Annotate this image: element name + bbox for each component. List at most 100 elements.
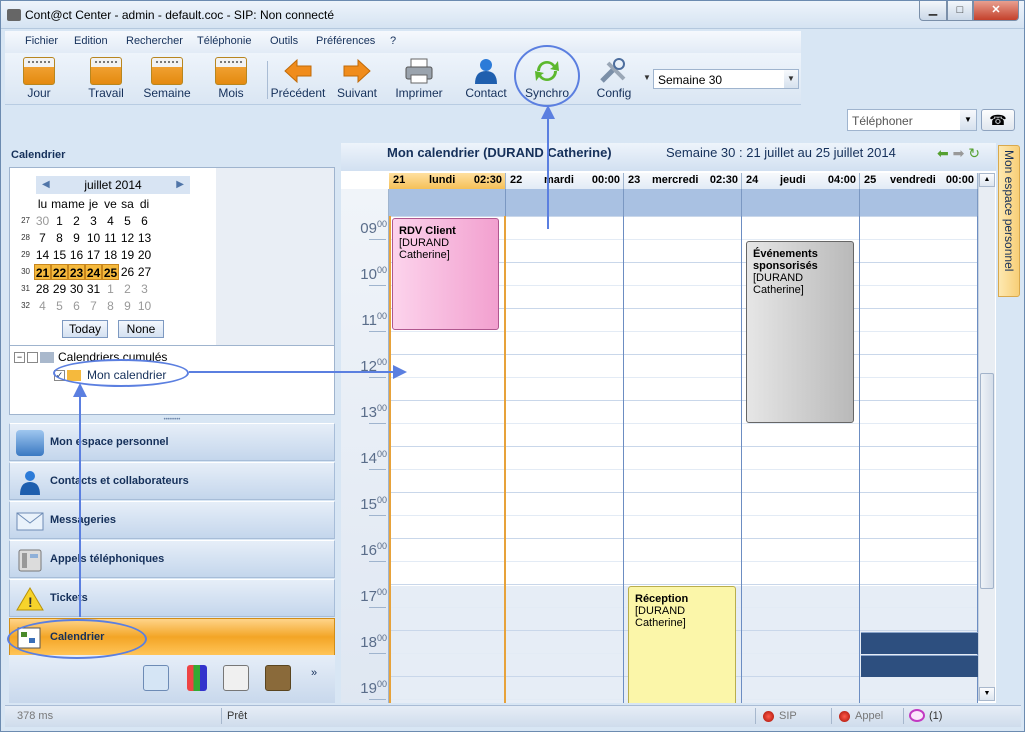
nav-contacts[interactable]: Contacts et collaborateurs — [9, 462, 335, 500]
busy-block[interactable] — [861, 655, 978, 677]
event-reception[interactable]: Réception [DURAND Catherine] — [628, 586, 736, 703]
day-cell[interactable]: 21 — [34, 264, 51, 280]
day-cell[interactable]: 4 — [102, 213, 119, 229]
prev-month-icon[interactable]: ◀ — [42, 176, 50, 194]
day-header-jeudi[interactable]: 24 jeudi 04:00 — [742, 173, 860, 189]
nav-mon-espace-personnel[interactable]: Mon espace personnel — [9, 423, 335, 461]
day-cell[interactable]: 28 — [34, 281, 51, 297]
day-header-vendredi[interactable]: 25 vendredi 00:00 — [860, 173, 978, 189]
nav-messageries[interactable]: Messageries — [9, 501, 335, 539]
minimize-button[interactable]: ▁ — [919, 1, 947, 21]
day-cell[interactable]: 11 — [102, 230, 119, 246]
day-cell[interactable]: 5 — [51, 298, 68, 314]
clipboard-clock-icon[interactable] — [223, 665, 249, 691]
day-column-mardi[interactable] — [506, 216, 624, 703]
menu-edition[interactable]: Edition — [74, 35, 108, 47]
menu-telephonie[interactable]: Téléphonie — [197, 35, 251, 47]
hangup-button[interactable]: ☎ — [981, 109, 1015, 131]
today-button[interactable]: Today — [62, 320, 108, 338]
mois-button[interactable]: Mois — [211, 55, 251, 103]
day-cell[interactable]: 1 — [51, 213, 68, 229]
config-button[interactable]: Config — [591, 55, 637, 103]
calendar-grid[interactable]: RDV Client [DURAND Catherine] Événements… — [389, 216, 978, 703]
allday-lundi[interactable] — [389, 189, 506, 216]
day-cell[interactable]: 7 — [34, 230, 51, 246]
collapse-icon[interactable]: − — [14, 352, 25, 364]
day-column-vendredi[interactable] — [860, 216, 978, 703]
day-header-mardi[interactable]: 22 mardi 00:00 — [506, 173, 624, 189]
day-cell[interactable]: 10 — [85, 230, 102, 246]
day-cell[interactable]: 16 — [68, 247, 85, 263]
toolbar-overflow-icon[interactable]: ▼ — [643, 73, 651, 82]
day-cell[interactable]: 13 — [136, 230, 153, 246]
day-cell[interactable]: 30 — [34, 213, 51, 229]
scroll-down-icon[interactable]: ▼ — [979, 687, 995, 701]
day-cell[interactable]: 27 — [136, 264, 153, 280]
chevron-down-icon[interactable]: ▼ — [784, 70, 798, 88]
day-cell[interactable]: 8 — [102, 298, 119, 314]
bar-chart-icon[interactable] — [187, 665, 207, 691]
week-select[interactable]: Semaine 30 ▼ — [653, 69, 799, 89]
nav-tickets[interactable]: ! Tickets — [9, 579, 335, 617]
travail-button[interactable]: Travail — [83, 55, 129, 103]
day-cell[interactable]: 14 — [34, 247, 51, 263]
day-cell[interactable]: 15 — [51, 247, 68, 263]
more-icon[interactable]: » — [311, 667, 317, 679]
menu-rechercher[interactable]: Rechercher — [126, 35, 183, 47]
contact-button[interactable]: Contact — [461, 55, 511, 103]
day-cell[interactable]: 3 — [136, 281, 153, 297]
allday-jeudi[interactable] — [742, 189, 860, 216]
suivant-button[interactable]: Suivant — [333, 55, 381, 103]
day-cell[interactable]: 5 — [119, 213, 136, 229]
day-cell[interactable]: 31 — [85, 281, 102, 297]
menu-preferences[interactable]: Préférences — [316, 35, 375, 47]
scroll-up-icon[interactable]: ▲ — [979, 173, 995, 187]
mail-icon[interactable] — [143, 665, 169, 691]
imprimer-button[interactable]: Imprimer — [393, 55, 445, 103]
menu-outils[interactable]: Outils — [270, 35, 298, 47]
day-cell[interactable]: 2 — [119, 281, 136, 297]
event-rdv-client[interactable]: RDV Client [DURAND Catherine] — [392, 218, 499, 330]
day-cell[interactable]: 18 — [102, 247, 119, 263]
day-cell[interactable]: 6 — [136, 213, 153, 229]
day-cell[interactable]: 3 — [85, 213, 102, 229]
calendar-scrollbar[interactable]: ▲ ▼ — [978, 173, 995, 701]
day-cell[interactable]: 2 — [68, 213, 85, 229]
none-button[interactable]: None — [118, 320, 164, 338]
scroll-thumb[interactable] — [980, 373, 994, 589]
semaine-button[interactable]: Semaine — [141, 55, 193, 103]
event-evenements-sponsorises[interactable]: Événements sponsorisés [DURAND Catherine… — [746, 241, 854, 423]
day-cell[interactable]: 25 — [102, 264, 119, 280]
jour-button[interactable]: Jour — [19, 55, 59, 103]
day-cell[interactable]: 26 — [119, 264, 136, 280]
day-cell[interactable]: 9 — [68, 230, 85, 246]
chevron-down-icon[interactable]: ▼ — [960, 110, 976, 130]
day-cell[interactable]: 17 — [85, 247, 102, 263]
menu-help[interactable]: ? — [390, 35, 396, 47]
day-cell[interactable]: 30 — [68, 281, 85, 297]
day-cell[interactable]: 8 — [51, 230, 68, 246]
day-header-mercredi[interactable]: 23 mercredi 02:30 — [624, 173, 742, 189]
archive-icon[interactable] — [265, 665, 291, 691]
day-cell[interactable]: 9 — [119, 298, 136, 314]
day-cell[interactable]: 7 — [85, 298, 102, 314]
day-cell[interactable]: 22 — [51, 264, 68, 280]
checkbox[interactable] — [27, 352, 38, 364]
day-cell[interactable]: 6 — [68, 298, 85, 314]
day-header-lundi[interactable]: 21 lundi 02:30 — [389, 173, 506, 189]
allday-mercredi[interactable] — [624, 189, 742, 216]
day-cell[interactable]: 1 — [102, 281, 119, 297]
refresh-icon[interactable]: ↻ — [968, 145, 980, 161]
day-cell[interactable]: 20 — [136, 247, 153, 263]
prev-week-icon[interactable]: ⬅ — [937, 145, 949, 161]
day-cell[interactable]: 4 — [34, 298, 51, 314]
telephoner-select[interactable]: Téléphoner ▼ — [847, 109, 977, 131]
day-cell[interactable]: 23 — [68, 264, 85, 280]
day-cell[interactable]: 29 — [51, 281, 68, 297]
allday-mardi[interactable] — [506, 189, 624, 216]
precedent-button[interactable]: Précédent — [267, 55, 329, 103]
close-button[interactable]: ✕ — [973, 1, 1019, 21]
menu-fichier[interactable]: Fichier — [25, 35, 58, 47]
busy-block[interactable] — [861, 632, 978, 654]
day-cell[interactable]: 12 — [119, 230, 136, 246]
